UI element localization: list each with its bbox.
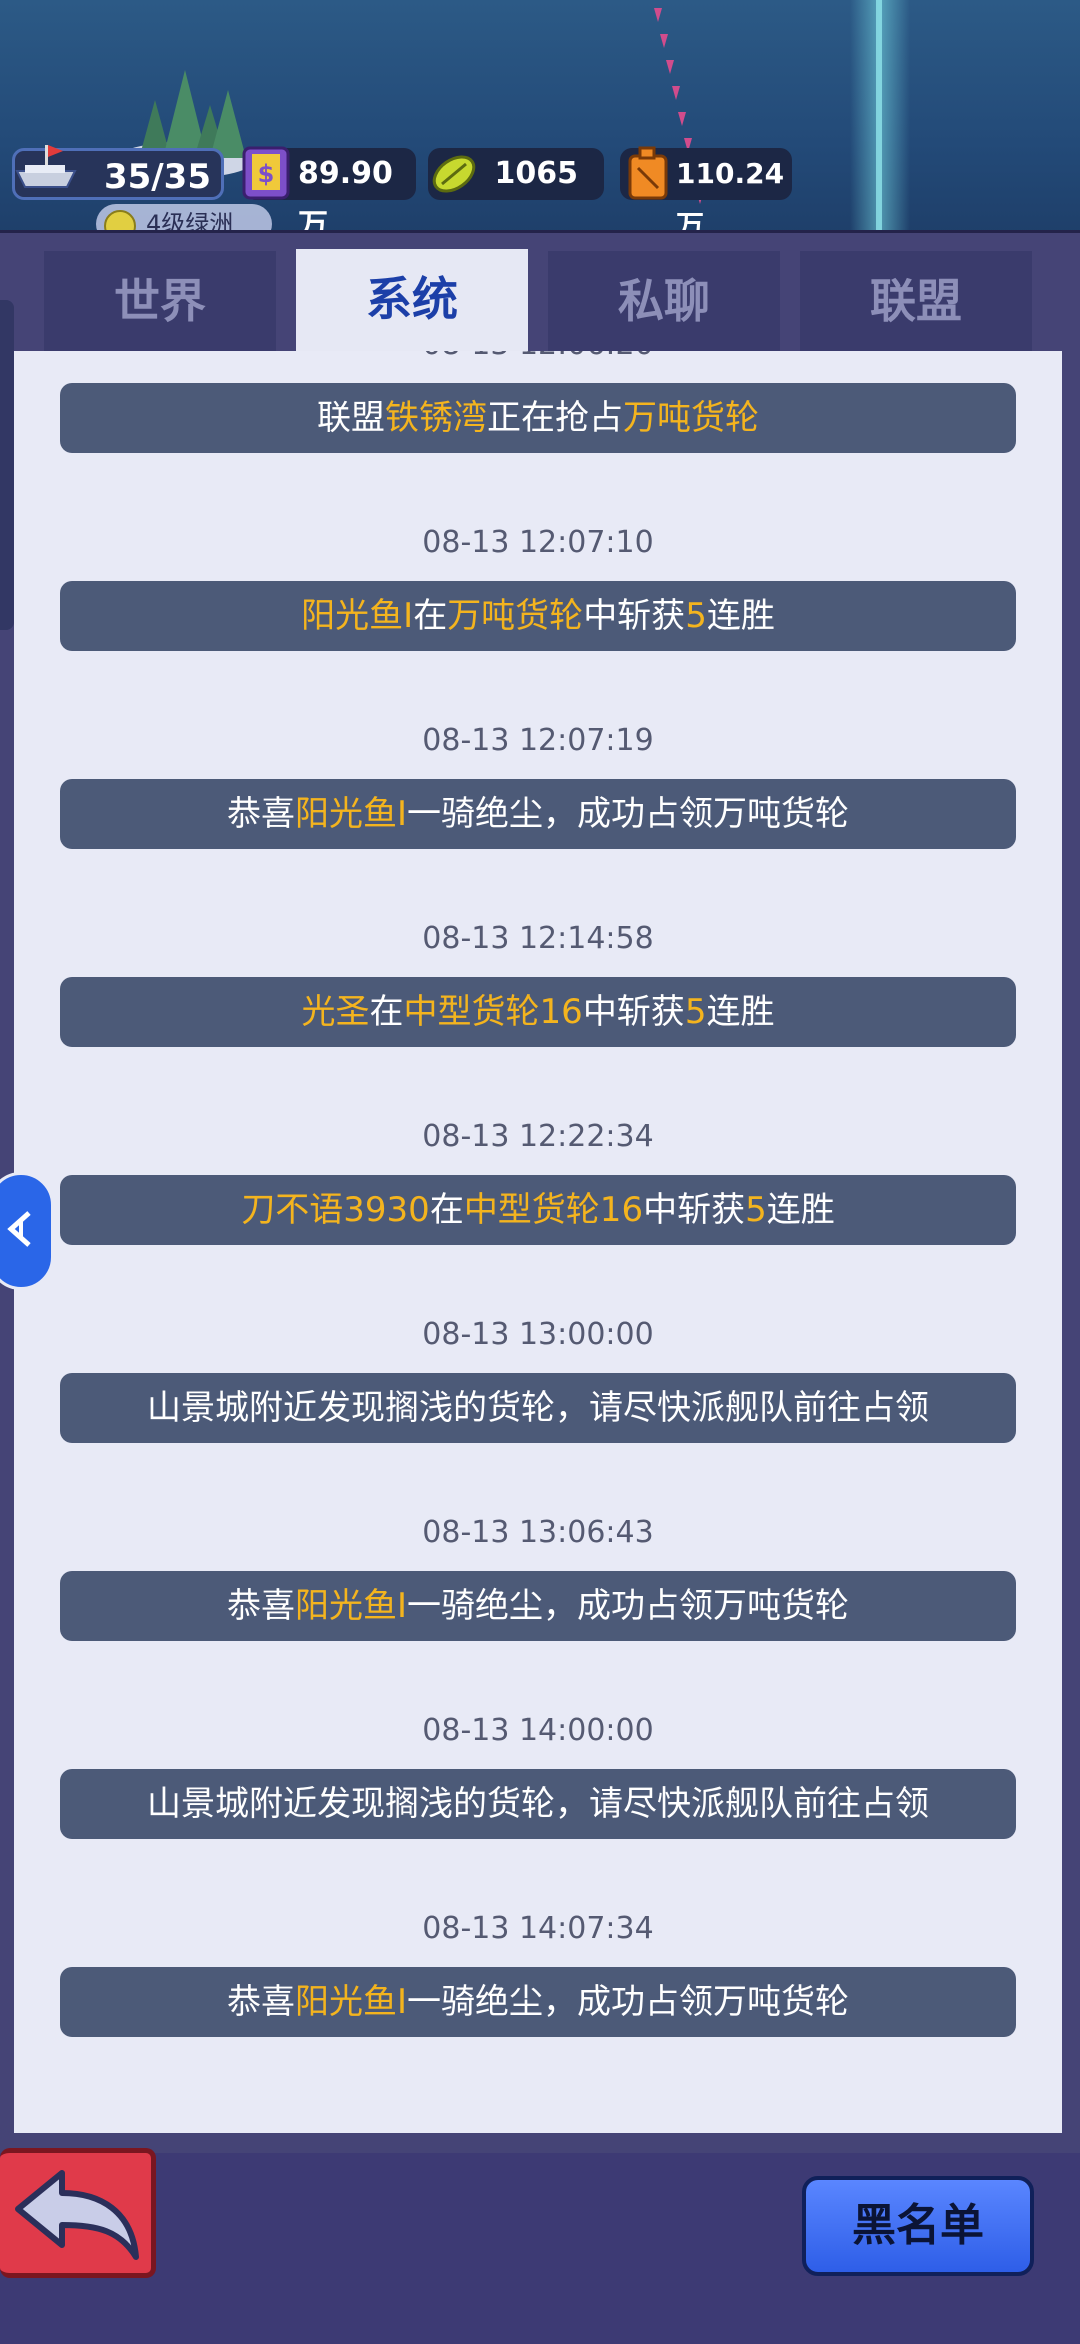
message-timestamp: 08-13 14:00:00 — [422, 1713, 654, 1748]
message-text: 联盟 — [317, 398, 385, 438]
seed-icon — [432, 155, 476, 193]
message-timestamp: 08-13 12:07:10 — [422, 525, 654, 560]
message-timestamp: 08-13 14:07:34 — [422, 1911, 654, 1946]
message-timestamp: 08-13 12:22:34 — [422, 1119, 654, 1154]
blacklist-button[interactable]: 黑名单 — [802, 2176, 1034, 2276]
message-text: 中斩获 — [643, 1190, 746, 1230]
system-message: 阳光鱼I在万吨货轮中斩获5连胜 — [60, 581, 1016, 651]
side-drawer-handle[interactable] — [0, 1172, 54, 1290]
message-text: 在 — [369, 992, 404, 1032]
highlighted-text: 阳光鱼I — [294, 794, 408, 834]
fuel-can-icon — [628, 146, 668, 200]
system-message: 联盟铁锈湾正在抢占万吨货轮 — [60, 383, 1016, 453]
tab-system[interactable]: 系统 — [296, 249, 528, 353]
highlighted-text: 铁锈湾 — [385, 398, 487, 438]
message-text: 中斩获 — [583, 596, 686, 636]
message-text: 一骑绝尘，成功占领万吨货轮 — [407, 1586, 850, 1626]
message-timestamp: 08-13 12:14:58 — [422, 921, 654, 956]
message-text: 中斩获 — [582, 992, 685, 1032]
chevron-left-icon — [7, 1211, 31, 1247]
beam-line — [876, 0, 882, 230]
system-message: 恭喜阳光鱼I一骑绝尘，成功占领万吨货轮 — [60, 779, 1016, 849]
chat-tabs: 世界 系统 私聊 联盟 — [44, 249, 1034, 353]
message-text: 在 — [429, 1190, 464, 1230]
message-timestamp: 08-13 13:00:00 — [422, 1317, 654, 1352]
highlighted-text: 5 — [685, 596, 707, 636]
gold-chest-icon: $ — [242, 146, 290, 200]
message-text: 一骑绝尘，成功占领万吨货轮 — [407, 1982, 850, 2022]
highlighted-text: 中型货轮16 — [463, 1190, 644, 1230]
message-text: 山景城附近发现搁浅的货轮，请尽快派舰队前往占领 — [147, 1784, 929, 1824]
back-button[interactable] — [0, 2148, 156, 2278]
message-text: 连胜 — [706, 596, 775, 636]
message-text: 山景城附近发现搁浅的货轮，请尽快派舰队前往占领 — [147, 1388, 929, 1428]
message-timestamp: 08-13 12:07:19 — [422, 723, 654, 758]
highlighted-text: 光圣 — [301, 992, 370, 1032]
return-arrow-icon — [15, 2170, 139, 2260]
left-edge-tab — [0, 300, 14, 630]
system-message: 山景城附近发现搁浅的货轮，请尽快派舰队前往占领 — [60, 1769, 1016, 1839]
system-message: 光圣在中型货轮16中斩获5连胜 — [60, 977, 1016, 1047]
message-text: 连胜 — [766, 1190, 835, 1230]
fuel-counter[interactable]: 110.24万 — [620, 146, 792, 242]
system-message: 恭喜阳光鱼I一骑绝尘，成功占领万吨货轮 — [60, 1571, 1016, 1641]
highlighted-text: 阳光鱼I — [294, 1982, 408, 2022]
gold-counter[interactable]: $ 89.90万 — [242, 146, 416, 243]
highlighted-text: 5 — [684, 992, 707, 1032]
ships-counter[interactable]: 35/35 — [12, 145, 224, 200]
message-timestamp: 08-13 12:06:20 — [14, 351, 1062, 362]
system-message: 刀不语3930在中型货轮16中斩获5连胜 — [60, 1175, 1016, 1245]
highlighted-text: 万吨货轮 — [623, 398, 759, 438]
tab-world[interactable]: 世界 — [44, 251, 276, 351]
message-text: 连胜 — [706, 992, 775, 1032]
system-message-list[interactable]: 08-13 12:06:20联盟铁锈湾正在抢占万吨货轮08-13 12:07:1… — [14, 351, 1062, 2133]
message-timestamp: 08-13 13:06:43 — [422, 1515, 654, 1550]
message-text: 正在抢占 — [487, 398, 623, 438]
highlighted-text: 万吨货轮 — [447, 596, 584, 636]
message-text: 在 — [413, 596, 448, 636]
system-message: 山景城附近发现搁浅的货轮，请尽快派舰队前往占领 — [60, 1373, 1016, 1443]
highlighted-text: 刀不语3930 — [241, 1190, 430, 1230]
ship-icon — [15, 145, 77, 188]
map-background: 4级绿洲 — [0, 0, 1080, 260]
svg-text:$: $ — [258, 160, 275, 188]
tab-alliance[interactable]: 联盟 — [800, 251, 1032, 351]
system-message: 恭喜阳光鱼I一骑绝尘，成功占领万吨货轮 — [60, 1967, 1016, 2037]
highlighted-text: 中型货轮16 — [403, 992, 583, 1032]
food-value: 1065 — [494, 156, 579, 191]
chat-panel: 世界 系统 私聊 联盟 08-13 12:06:20联盟铁锈湾正在抢占万吨货轮0… — [0, 230, 1080, 2153]
highlighted-text: 5 — [745, 1190, 767, 1230]
message-text: 一骑绝尘，成功占领万吨货轮 — [407, 794, 850, 834]
message-text: 恭喜 — [226, 794, 295, 834]
tab-private[interactable]: 私聊 — [548, 251, 780, 351]
message-text: 恭喜 — [226, 1586, 295, 1626]
message-text: 恭喜 — [226, 1982, 295, 2022]
highlighted-text: 阳光鱼I — [301, 596, 414, 636]
food-counter[interactable]: 1065 — [428, 148, 604, 200]
ships-value: 35/35 — [103, 157, 211, 197]
highlighted-text: 阳光鱼I — [294, 1586, 408, 1626]
